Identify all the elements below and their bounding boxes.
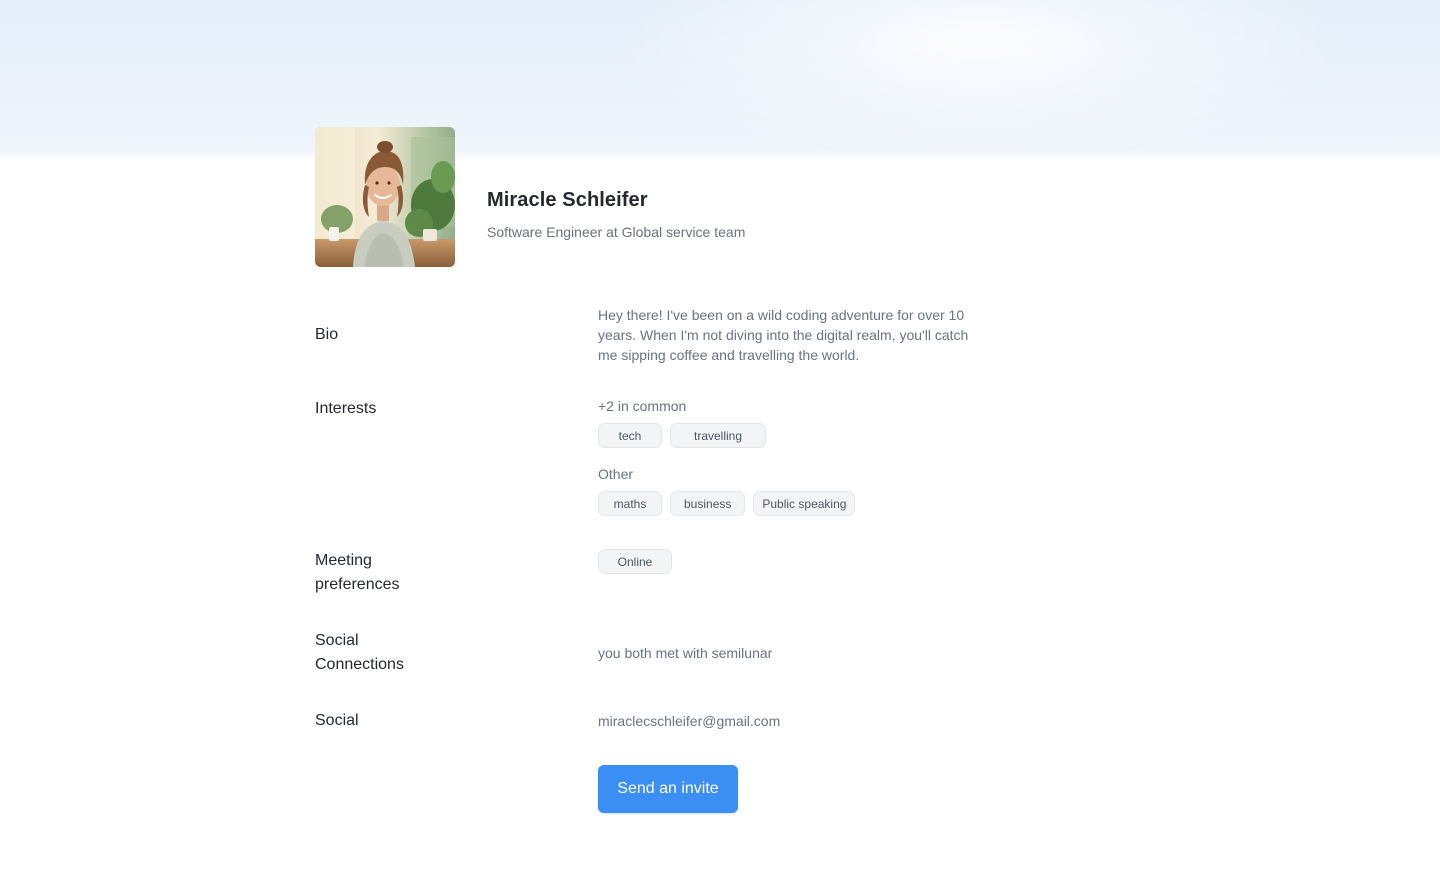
bio-text: Hey there! I've been on a wild coding ad… [598, 307, 969, 363]
interests-label: Interests [315, 400, 377, 417]
send-invite-button[interactable]: Send an invite [598, 765, 738, 813]
profile-name: Miracle Schleifer [487, 189, 648, 211]
interest-chip-tech[interactable]: tech [598, 423, 662, 448]
meeting-label-line2: preferences [315, 576, 400, 593]
bio-label: Bio [315, 326, 339, 343]
profile-title: Software Engineer at Global service team [487, 224, 746, 240]
interests-other-heading: Other [598, 466, 634, 482]
meeting-preferences-label: Meeting preferences [315, 549, 515, 597]
social-connections-label-line2: Connections [315, 656, 404, 673]
social-connections-text: you both met with semilunar [598, 645, 773, 661]
other-interests-list: maths business Public speaking [598, 491, 856, 516]
header-background [0, 0, 1440, 160]
interest-chip-travelling[interactable]: travelling [670, 423, 766, 448]
header-fade [0, 150, 1440, 162]
meeting-chip-online[interactable]: Online [598, 549, 672, 574]
social-connections-label: Social Connections [315, 629, 515, 677]
interest-chip-public-speaking[interactable]: Public speaking [753, 491, 856, 516]
common-interests-list: tech travelling [598, 423, 766, 448]
meeting-label-line1: Meeting [315, 552, 372, 569]
interest-chip-business[interactable]: business [670, 491, 746, 516]
social-connections-label-line1: Social [315, 632, 359, 649]
social-label: Social [315, 712, 359, 729]
profile-photo [315, 127, 455, 267]
interests-common-heading: +2 in common [598, 398, 687, 414]
meeting-options-list: Online [598, 549, 672, 574]
social-email[interactable]: miraclecschleifer@gmail.com [598, 711, 780, 731]
interest-chip-maths[interactable]: maths [598, 491, 662, 516]
